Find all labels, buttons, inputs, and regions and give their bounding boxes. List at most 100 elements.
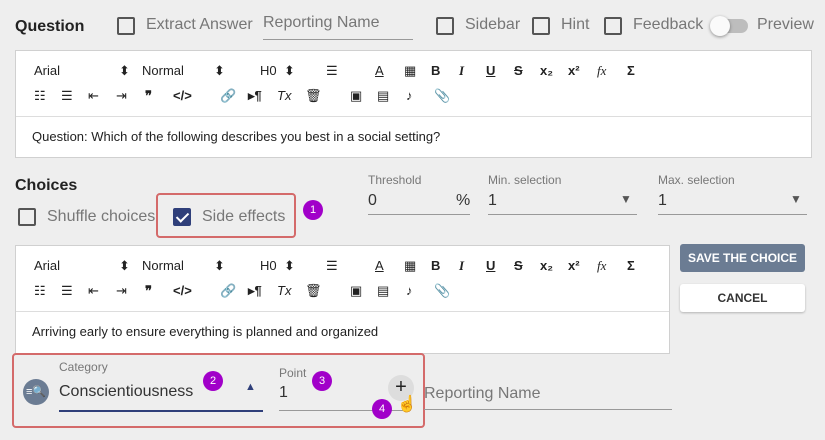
link-icon[interactable]: 🔗 [220,85,236,107]
feedback-checkbox[interactable] [604,17,622,35]
attachment-icon[interactable]: 📎 [434,85,450,107]
choice-editor[interactable]: Arial ⬍ Normal ⬍ H0 ⬍ ☰ A ▦ B I U S x₂ x… [15,245,670,354]
preview-label: Preview [757,16,814,33]
delete-icon[interactable]: 🗑 [305,85,322,107]
clear-format-icon[interactable]: Tx [277,280,291,302]
sum-icon[interactable]: Σ [627,255,635,277]
threshold-label: Threshold [368,173,422,187]
image-icon[interactable]: ▣ [350,85,362,107]
font-select[interactable]: Arial [34,60,60,82]
quote-icon[interactable]: ❞ [145,85,152,107]
question-reporting-name-input[interactable]: Reporting Name [263,14,380,32]
category-underline [59,410,263,412]
cancel-button[interactable]: CANCEL [680,284,805,312]
choice-reporting-name-input[interactable]: Reporting Name [424,385,541,403]
bold-icon[interactable]: B [431,60,440,82]
italic-icon[interactable]: I [459,255,464,277]
min-selection-select[interactable]: 1 [488,192,497,210]
threshold-unit: % [456,192,471,209]
feedback-label: Feedback [633,16,704,33]
outdent-icon[interactable]: ⇤ [88,280,99,302]
font-select-arrow-icon[interactable]: ⬍ [119,255,130,277]
subscript-icon[interactable]: x₂ [540,255,553,277]
highlight-icon[interactable]: ▦ [404,255,416,277]
indent-icon[interactable]: ⇥ [116,85,127,107]
text-color-icon[interactable]: A [375,255,384,277]
sidebar-label: Sidebar [465,16,521,33]
code-icon[interactable]: </> [173,280,192,302]
shuffle-choices-checkbox[interactable] [18,208,36,226]
audio-icon[interactable]: ♪ [406,280,413,302]
style-select-arrow-icon[interactable]: ⬍ [214,60,225,82]
paragraph-direction-icon[interactable]: ▸¶ [248,85,262,107]
image-icon[interactable]: ▣ [350,280,362,302]
formula-icon[interactable]: fx [597,60,606,82]
subscript-icon[interactable]: x₂ [540,60,553,82]
preview-toggle[interactable] [710,16,748,36]
delete-icon[interactable]: 🗑 [305,280,322,302]
question-body-text[interactable]: Question: Which of the following describ… [32,129,440,144]
underline-icon[interactable]: U [486,255,495,277]
sum-icon[interactable]: Σ [627,60,635,82]
min-selection-arrow-icon[interactable]: ▼ [620,192,632,206]
question-reporting-name-underline [263,39,413,40]
highlight-icon[interactable]: ▦ [404,60,416,82]
quote-icon[interactable]: ❞ [145,280,152,302]
code-icon[interactable]: </> [173,85,192,107]
heading-select-arrow-icon[interactable]: ⬍ [284,60,295,82]
audio-icon[interactable]: ♪ [406,85,413,107]
max-selection-underline [658,214,807,215]
bold-icon[interactable]: B [431,255,440,277]
bullet-list-icon[interactable]: ☰ [61,85,73,107]
save-choice-button[interactable]: SAVE THE CHOICE [680,244,805,272]
extract-answer-checkbox[interactable] [117,17,135,35]
superscript-icon[interactable]: x² [568,255,580,277]
bullet-list-icon[interactable]: ☰ [61,280,73,302]
heading-select[interactable]: H0 [260,255,277,277]
threshold-underline [368,214,470,215]
choice-body-text[interactable]: Arriving early to ensure everything is p… [32,324,378,339]
side-effects-highlight-box [156,193,296,238]
link-icon[interactable]: 🔗 [220,280,236,302]
italic-icon[interactable]: I [459,60,464,82]
style-select[interactable]: Normal [142,60,184,82]
category-select[interactable]: Conscientiousness [59,383,193,401]
point-input[interactable]: 1 [279,384,288,402]
point-label: Point [279,366,307,380]
font-select-arrow-icon[interactable]: ⬍ [119,60,130,82]
category-arrow-up-icon[interactable]: ▲ [245,381,256,393]
paragraph-direction-icon[interactable]: ▸¶ [248,280,262,302]
style-select[interactable]: Normal [142,255,184,277]
heading-select-arrow-icon[interactable]: ⬍ [284,255,295,277]
max-selection-select[interactable]: 1 [658,192,667,210]
hint-checkbox[interactable] [532,17,550,35]
max-selection-arrow-icon[interactable]: ▼ [790,192,802,206]
style-select-arrow-icon[interactable]: ⬍ [214,255,225,277]
video-icon[interactable]: ▤ [377,85,389,107]
align-icon[interactable]: ☰ [326,60,338,82]
question-title: Question [15,18,85,35]
video-icon[interactable]: ▤ [377,280,389,302]
superscript-icon[interactable]: x² [568,60,580,82]
outdent-icon[interactable]: ⇤ [88,85,99,107]
indent-icon[interactable]: ⇥ [116,280,127,302]
question-editor[interactable]: Arial ⬍ Normal ⬍ H0 ⬍ ☰ A ▦ B I U S x₂ x… [15,50,812,158]
underline-icon[interactable]: U [486,60,495,82]
ordered-list-icon[interactable]: ☷ [34,85,46,107]
heading-select[interactable]: H0 [260,60,277,82]
align-icon[interactable]: ☰ [326,255,338,277]
strikethrough-icon[interactable]: S [514,60,523,82]
text-color-icon[interactable]: A [375,60,384,82]
ordered-list-icon[interactable]: ☷ [34,280,46,302]
clear-format-icon[interactable]: Tx [277,85,291,107]
font-select[interactable]: Arial [34,255,60,277]
step-badge-3: 3 [312,371,332,391]
strikethrough-icon[interactable]: S [514,255,523,277]
sidebar-checkbox[interactable] [436,17,454,35]
min-selection-label: Min. selection [488,173,562,187]
attachment-icon[interactable]: 📎 [434,280,450,302]
threshold-input[interactable]: 0 [368,192,377,210]
max-selection-label: Max. selection [658,173,735,187]
formula-icon[interactable]: fx [597,255,606,277]
category-search-icon[interactable]: ≡🔍 [23,379,49,405]
